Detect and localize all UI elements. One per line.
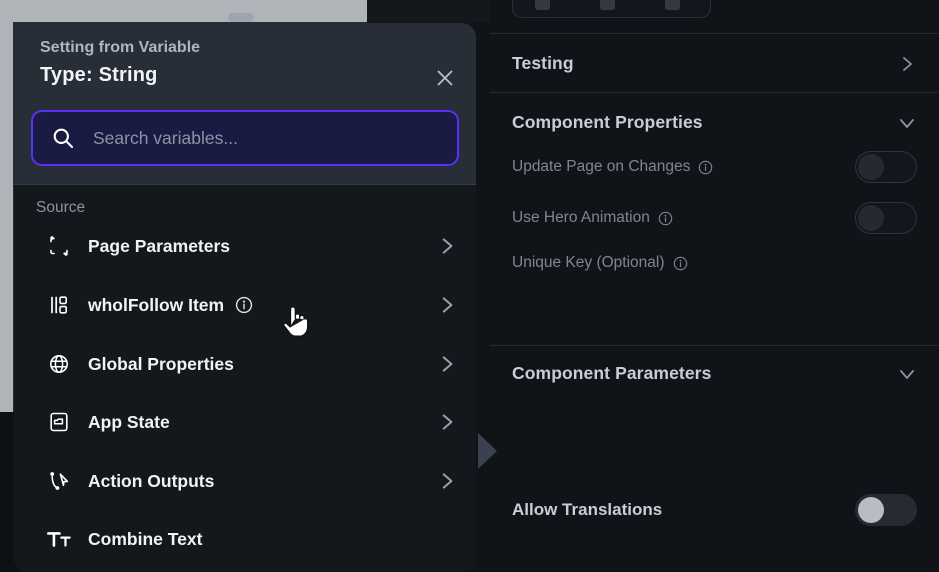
section-component-properties[interactable]: Component Properties xyxy=(490,95,939,150)
source-item-wholfollow-item[interactable]: wholFollow Item xyxy=(14,280,476,330)
source-item-combine-text[interactable]: Combine Text xyxy=(14,514,476,564)
label-text: Update Page on Changes xyxy=(512,158,691,175)
info-icon[interactable] xyxy=(658,211,673,226)
background-grey-left xyxy=(0,22,13,412)
divider xyxy=(490,33,939,34)
background-top-right xyxy=(367,0,500,22)
drag-handle[interactable] xyxy=(228,13,254,22)
globe-icon xyxy=(44,352,74,376)
source-section-label: Source xyxy=(36,199,86,216)
chevron-right-icon[interactable] xyxy=(436,235,458,257)
section-testing[interactable]: Testing xyxy=(490,36,939,91)
divider xyxy=(490,92,939,93)
properties-panel: Testing Component Properties Update Page… xyxy=(490,0,939,572)
source-item-label: Action Outputs xyxy=(88,470,215,491)
chevron-down-icon[interactable] xyxy=(897,113,917,133)
label-update-page-on-changes: Update Page on Changes xyxy=(512,158,713,176)
search-input[interactable] xyxy=(91,126,439,150)
toggle-knob xyxy=(858,205,884,231)
chevron-right-icon[interactable] xyxy=(436,411,458,433)
section-component-parameters[interactable]: Component Parameters xyxy=(490,346,939,401)
section-title-component-parameters: Component Parameters xyxy=(512,363,712,383)
screen-root: Testing Component Properties Update Page… xyxy=(0,0,939,572)
source-item-page-parameters[interactable]: Page Parameters xyxy=(14,221,476,271)
chevron-right-icon[interactable] xyxy=(436,353,458,375)
section-title-testing: Testing xyxy=(512,53,574,73)
source-item-label: Combine Text xyxy=(88,528,203,549)
label-text: Unique Key (Optional) xyxy=(512,254,665,271)
row-unique-key: Unique Key (Optional) xyxy=(512,248,917,278)
chevron-right-icon[interactable] xyxy=(436,294,458,316)
toggle-use-hero-animation[interactable] xyxy=(855,202,917,234)
search-variables-box[interactable] xyxy=(31,110,459,166)
chevron-right-icon[interactable] xyxy=(436,470,458,492)
source-item-global-properties[interactable]: Global Properties xyxy=(14,339,476,389)
modal-header: Setting from Variable Type: String xyxy=(14,23,476,185)
row-update-page-on-changes: Update Page on Changes xyxy=(512,151,917,183)
section-title-component-properties: Component Properties xyxy=(512,112,703,132)
toggle-allow-translations[interactable] xyxy=(855,494,917,526)
info-icon[interactable] xyxy=(698,160,713,175)
list-item-icon xyxy=(44,293,74,317)
text-format-icon xyxy=(44,529,74,549)
card-dot xyxy=(535,0,550,10)
close-icon[interactable] xyxy=(428,61,462,95)
info-icon[interactable] xyxy=(235,296,253,314)
source-item-label: Global Properties xyxy=(88,353,234,374)
chevron-right-icon[interactable] xyxy=(897,54,917,74)
source-item-action-outputs[interactable]: Action Outputs xyxy=(14,456,476,506)
background-grey-top xyxy=(0,0,367,22)
source-item-label: App State xyxy=(88,411,170,432)
page-parameters-icon xyxy=(44,234,74,258)
search-icon xyxy=(51,126,75,150)
action-outputs-icon xyxy=(44,469,74,493)
label-use-hero-animation: Use Hero Animation xyxy=(512,209,673,227)
row-use-hero-animation: Use Hero Animation xyxy=(512,202,917,234)
toggle-knob xyxy=(858,497,884,523)
modal-subtitle: Setting from Variable xyxy=(40,39,201,56)
info-icon[interactable] xyxy=(673,256,688,271)
app-state-icon xyxy=(44,410,74,434)
label-allow-translations: Allow Translations xyxy=(512,500,663,519)
card-dot xyxy=(665,0,680,10)
label-unique-key: Unique Key (Optional) xyxy=(512,254,688,272)
toggle-update-page-on-changes[interactable] xyxy=(855,151,917,183)
toggle-knob xyxy=(858,154,884,180)
chevron-down-icon[interactable] xyxy=(897,364,917,384)
variable-picker-modal: Setting from Variable Type: String Sourc… xyxy=(14,23,476,572)
row-allow-translations: Allow Translations xyxy=(512,494,917,526)
modal-body: Source Page Parameters wholFollow Item G… xyxy=(14,185,476,572)
card-dot xyxy=(600,0,615,10)
label-text: Use Hero Animation xyxy=(512,209,650,226)
panel-pointer-arrow xyxy=(478,433,497,469)
source-item-app-state[interactable]: App State xyxy=(14,397,476,447)
partial-card-above xyxy=(512,0,711,18)
modal-title: Type: String xyxy=(40,64,158,86)
source-item-label: wholFollow Item xyxy=(88,294,225,315)
source-item-label: Page Parameters xyxy=(88,235,231,256)
